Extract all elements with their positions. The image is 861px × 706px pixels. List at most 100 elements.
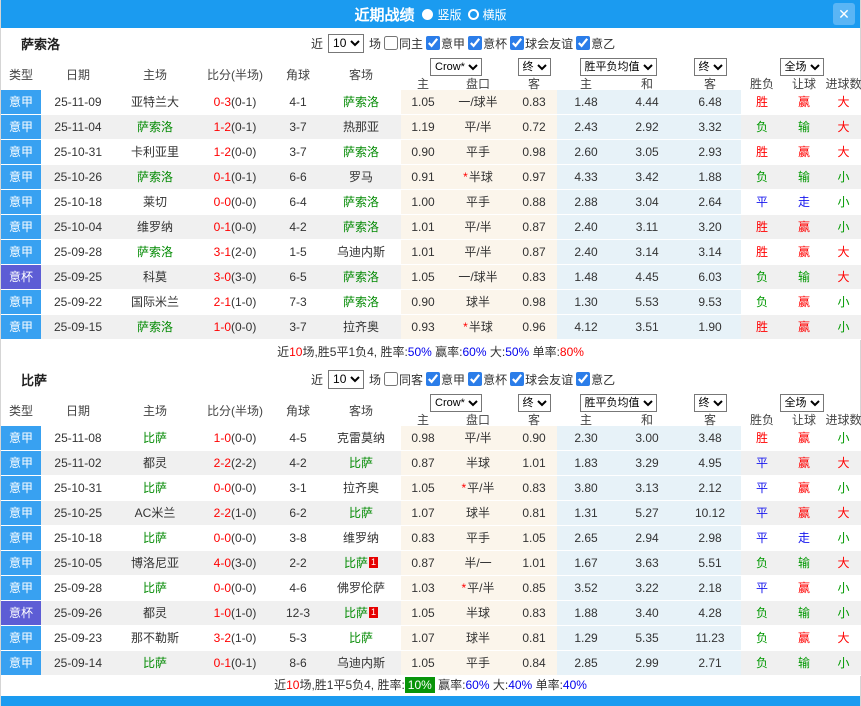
same-venue-checkbox[interactable] — [384, 36, 399, 50]
half-time-score: (0-1) — [231, 656, 257, 670]
corner-score: 7-3 — [275, 290, 321, 315]
away-odds: 0.84 — [511, 651, 557, 676]
half-time-score: (3-0) — [231, 270, 257, 284]
home-team: 比萨 — [115, 526, 195, 551]
home-team: 萨索洛 — [115, 165, 195, 190]
avg-time-select[interactable]: 终 — [693, 394, 727, 412]
avg-home-odds: 1.48 — [557, 90, 615, 115]
home-team: 都灵 — [115, 451, 195, 476]
full-time-score: 0-0 — [213, 531, 231, 545]
odds-source-select[interactable]: Crow* — [430, 394, 482, 412]
league-filter[interactable]: 意甲 — [426, 371, 465, 388]
score-cell: 0-0(0-0) — [195, 476, 275, 501]
avg-away-odds: 1.90 — [679, 315, 741, 340]
full-time-score: 4-0 — [213, 556, 231, 570]
league-filter[interactable]: 球会友谊 — [510, 35, 573, 52]
league-filter-label: 意乙 — [591, 372, 616, 387]
avg-time-select[interactable]: 终 — [693, 58, 727, 76]
odds-time-select[interactable]: 终 — [517, 58, 551, 76]
league-filter-checkbox[interactable] — [576, 36, 591, 50]
layout-radio-group: 竖版 横版 — [422, 6, 507, 23]
same-venue-filter[interactable]: 同客 — [384, 371, 423, 388]
table-row: 意甲 25-10-31 卡利亚里 1-2(0-0) 3-7 萨索洛 0.90 平手 0.98 2.… — [1, 140, 861, 165]
away-odds: 0.83 — [511, 601, 557, 626]
avg-draw-odds: 5.27 — [615, 501, 679, 526]
league-filter[interactable]: 意乙 — [576, 35, 615, 52]
avg-type-select[interactable]: 胜平负均值 — [579, 394, 657, 412]
handicap-text: 平手 — [465, 145, 490, 159]
filter-bar: 比萨 近 10 场 同客 意甲 意杯 球会友谊 意乙 — [1, 364, 860, 394]
layout-option-horizontal[interactable]: 横版 — [467, 6, 507, 23]
league-filter-label: 球会友谊 — [525, 372, 574, 387]
same-venue-checkbox[interactable] — [384, 372, 399, 386]
match-result: 胜 — [741, 215, 783, 240]
handicap-line: 平手 — [445, 140, 511, 165]
col-header-away: 客场 — [348, 403, 373, 418]
league-filter[interactable]: 球会友谊 — [510, 371, 573, 388]
goals-over-under: 小 — [825, 165, 861, 190]
league-filter-checkbox[interactable] — [576, 372, 591, 386]
league-filter[interactable]: 意杯 — [468, 371, 507, 388]
match-date: 25-10-18 — [41, 526, 115, 551]
avg-home-odds: 2.40 — [557, 215, 615, 240]
avg-home-odds: 1.30 — [557, 290, 615, 315]
half-time-score: (0-1) — [231, 95, 257, 109]
league-filter-checkbox[interactable] — [468, 36, 483, 50]
half-time-score: (1-0) — [231, 606, 257, 620]
odds-time-select[interactable]: 终 — [517, 394, 551, 412]
home-odds: 0.90 — [401, 140, 445, 165]
full-time-score: 0-1 — [213, 170, 231, 184]
away-team: 萨索洛 — [321, 140, 401, 165]
table-row: 意甲 25-09-23 那不勒斯 3-2(1-0) 5-3 比萨 1.07 球半 0.81 1.2… — [1, 626, 861, 651]
league-filter[interactable]: 意乙 — [576, 371, 615, 388]
league-filter-checkbox[interactable] — [426, 372, 441, 386]
home-odds: 1.05 — [401, 265, 445, 290]
subcol-avg-home: 主 — [579, 76, 592, 91]
summary-segment: 大: — [486, 345, 506, 359]
home-odds: 1.01 — [401, 240, 445, 265]
away-team: 比萨 — [321, 501, 401, 526]
avg-type-select[interactable]: 胜平负均值 — [579, 58, 657, 76]
subcol-avg-draw: 和 — [640, 412, 653, 427]
half-time-score: (0-1) — [231, 120, 257, 134]
league-filter-checkbox[interactable] — [510, 36, 525, 50]
scope-select[interactable]: 全场 — [779, 58, 824, 76]
handicap-text: 平/半 — [467, 581, 495, 595]
home-team: 萨索洛 — [115, 240, 195, 265]
away-team: 比萨 1 — [321, 601, 401, 626]
league-filter-checkbox[interactable] — [510, 372, 525, 386]
handicap-text: 平手 — [465, 531, 490, 545]
match-date: 25-09-22 — [41, 290, 115, 315]
half-time-score: (3-0) — [231, 556, 257, 570]
match-date: 25-09-14 — [41, 651, 115, 676]
avg-draw-odds: 5.35 — [615, 626, 679, 651]
avg-away-odds: 3.32 — [679, 115, 741, 140]
full-time-score: 0-0 — [213, 581, 231, 595]
away-team: 罗马 — [321, 165, 401, 190]
team-section-pisa: 比萨 近 10 场 同客 意甲 意杯 球会友谊 意乙 类型 日期 主场 比分(半场) … — [1, 364, 861, 696]
layout-option-vertical[interactable]: 竖版 — [422, 6, 462, 23]
recent-count-select[interactable]: 10 — [328, 33, 365, 53]
league-filter-checkbox[interactable] — [426, 36, 441, 50]
radio-selected-icon[interactable] — [422, 8, 434, 20]
league-filters: 意甲 意杯 球会友谊 意乙 — [426, 371, 615, 388]
away-team: 拉齐奥 — [321, 315, 401, 340]
scope-select[interactable]: 全场 — [779, 394, 824, 412]
recent-count-select[interactable]: 10 — [328, 369, 365, 389]
handicap-star: * — [463, 320, 468, 334]
handicap-result: 输 — [783, 651, 825, 676]
same-venue-filter[interactable]: 同主 — [384, 35, 423, 52]
odds-source-select[interactable]: Crow* — [430, 58, 482, 76]
league-filter-checkbox[interactable] — [468, 372, 483, 386]
league-filter[interactable]: 意杯 — [468, 35, 507, 52]
score-cell: 2-1(1-0) — [195, 290, 275, 315]
radio-unselected-icon[interactable] — [467, 8, 479, 20]
score-cell: 1-2(0-0) — [195, 140, 275, 165]
corner-score: 8-6 — [275, 651, 321, 676]
half-time-score: (0-1) — [231, 170, 257, 184]
summary-segment: 场,胜5平1负4, 胜率: — [302, 345, 408, 359]
home-team: 国际米兰 — [115, 290, 195, 315]
league-type-badge: 意甲 — [1, 115, 41, 140]
close-icon[interactable]: ✕ — [833, 3, 855, 25]
league-filter[interactable]: 意甲 — [426, 35, 465, 52]
